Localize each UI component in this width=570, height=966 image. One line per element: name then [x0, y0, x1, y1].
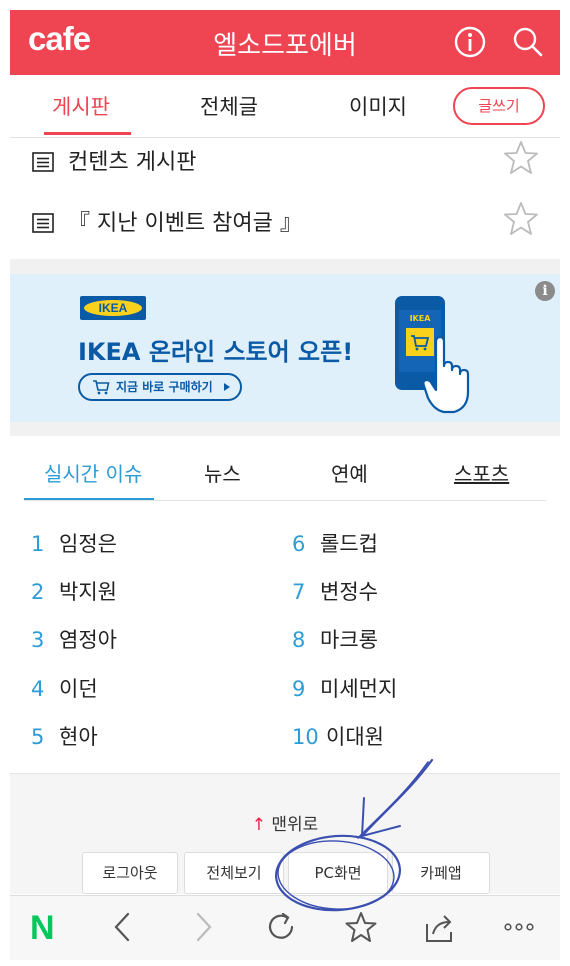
search-icon[interactable]: [510, 24, 546, 60]
star-icon[interactable]: [502, 201, 540, 237]
ad-cta-label: 지금 바로 구매하기: [116, 380, 213, 394]
tab-entertainment[interactable]: 연예: [331, 458, 368, 487]
page-footer: ↑ 맨위로 로그아웃 전체보기 PC화면 카페앱: [10, 773, 560, 894]
ranking-item[interactable]: 8 마크롱: [292, 624, 378, 654]
ranking-item[interactable]: 5 현아: [31, 721, 98, 751]
info-icon[interactable]: [452, 24, 488, 60]
ranking-item[interactable]: 4 이던: [31, 673, 98, 703]
ranking-item[interactable]: 7 변정수: [292, 576, 378, 606]
tab-sports[interactable]: 스포츠: [454, 458, 509, 487]
star-icon[interactable]: [502, 140, 540, 176]
cafe-app-button[interactable]: 카페앱: [392, 852, 490, 894]
ikea-logo: IKEA: [80, 296, 146, 320]
ranking-item[interactable]: 3 염정아: [31, 624, 117, 654]
tab-news[interactable]: 뉴스: [204, 458, 241, 487]
main-tabs: 게시판 전체글 이미지 글쓰기: [10, 75, 560, 138]
hand-pointer-icon: [422, 336, 470, 414]
list-icon: [32, 213, 54, 233]
naver-logo[interactable]: N: [30, 909, 55, 948]
ranking-item[interactable]: 9 미세먼지: [292, 673, 397, 703]
more-icon[interactable]: [502, 910, 536, 944]
section-divider: [10, 259, 560, 274]
write-button[interactable]: 글쓰기: [453, 87, 545, 125]
tab-board[interactable]: 게시판: [52, 91, 110, 121]
issue-tab-indicator: [24, 498, 154, 500]
refresh-icon[interactable]: [264, 910, 298, 944]
board-label: 『 지난 이벤트 참여글 』: [68, 211, 302, 236]
arrow-up-icon: ↑: [251, 815, 266, 835]
scroll-to-top-link[interactable]: ↑ 맨위로: [10, 810, 560, 835]
ad-cta-button[interactable]: 지금 바로 구매하기: [78, 373, 242, 401]
tab-active-indicator: [44, 132, 131, 135]
board-item[interactable]: 컨텐츠 게시판: [10, 138, 560, 198]
back-icon[interactable]: [106, 910, 140, 944]
share-icon[interactable]: [424, 910, 458, 944]
browser-toolbar: N: [10, 895, 560, 960]
tab-all-posts[interactable]: 전체글: [200, 91, 258, 121]
view-all-button[interactable]: 전체보기: [184, 852, 284, 894]
tab-images[interactable]: 이미지: [349, 91, 407, 121]
board-item[interactable]: 『 지난 이벤트 참여글 』: [10, 199, 560, 259]
board-label: 컨텐츠 게시판: [68, 150, 197, 175]
tab-realtime-issue[interactable]: 실시간 이슈: [44, 458, 142, 487]
logout-button[interactable]: 로그아웃: [82, 852, 178, 894]
forward-icon[interactable]: [186, 910, 220, 944]
ad-headline: IKEA 온라인 스토어 오픈!: [78, 338, 354, 366]
section-divider: [10, 422, 560, 436]
bookmark-star-icon[interactable]: [344, 910, 378, 944]
ranking-item[interactable]: 1 임정은: [31, 528, 117, 558]
ranking-item[interactable]: 10 이대원: [292, 721, 384, 751]
cart-icon: [93, 380, 110, 395]
ranking-item[interactable]: 2 박지원: [31, 576, 117, 606]
ranking-item[interactable]: 6 롤드컵: [292, 528, 378, 558]
pc-view-button[interactable]: PC화면: [288, 852, 388, 894]
arrow-right-icon: [224, 383, 230, 391]
app-header: cafe 엘소드포에버: [10, 10, 560, 75]
issue-tabs: 실시간 이슈 뉴스 연예 스포츠: [24, 442, 546, 501]
ad-info-icon[interactable]: i: [535, 281, 555, 301]
ad-banner[interactable]: i IKEA IKEA 온라인 스토어 오픈! 지금 바로 구매하기 IKEA: [10, 274, 560, 422]
list-icon: [32, 152, 54, 172]
